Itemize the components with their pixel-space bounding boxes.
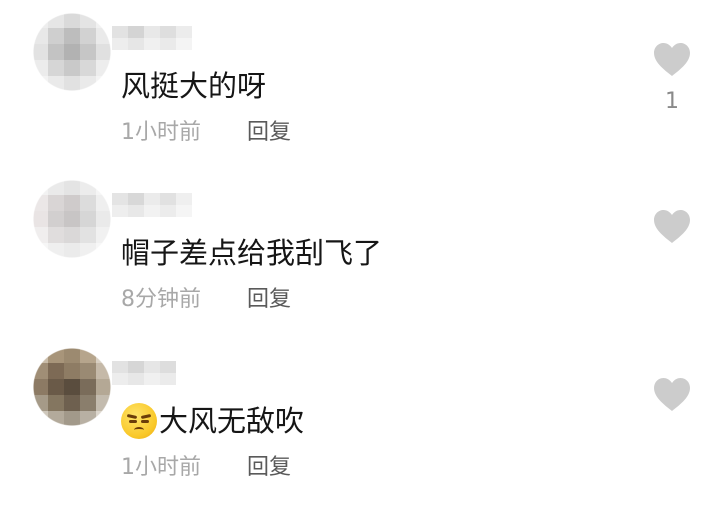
comment-item: 帽子差点给我刮飞了 8分钟前 回复	[0, 167, 720, 334]
comment-item: 大风无敌吹 1小时前 回复	[0, 335, 720, 502]
like-button[interactable]	[652, 377, 692, 413]
heart-icon	[654, 43, 690, 76]
username[interactable]	[112, 26, 192, 50]
reply-button[interactable]: 回复	[247, 453, 291, 483]
comment-text: 帽子差点给我刮飞了	[121, 233, 382, 273]
comment-text-content: 帽子差点给我刮飞了	[121, 236, 383, 270]
reply-button[interactable]: 回复	[247, 118, 291, 148]
avatar[interactable]	[32, 12, 112, 92]
comment-text: 大风无敌吹	[121, 401, 304, 441]
comment-text-content: 大风无敌吹	[159, 404, 305, 438]
heart-icon	[654, 378, 690, 411]
like-button[interactable]	[652, 209, 692, 245]
like-button[interactable]	[652, 42, 692, 78]
avatar[interactable]	[32, 179, 112, 259]
like-count: 1	[665, 89, 679, 114]
comment-time: 8分钟前	[121, 287, 201, 312]
reply-button[interactable]: 回复	[247, 285, 291, 315]
username[interactable]	[112, 193, 192, 217]
username[interactable]	[112, 361, 176, 385]
comment-time: 1小时前	[121, 455, 201, 480]
comment-item: 风挺大的呀 1小时前 回复 1	[0, 0, 720, 167]
avatar[interactable]	[32, 347, 112, 427]
heart-icon	[654, 210, 690, 243]
frowning-face-emoji-icon	[121, 403, 157, 439]
comment-time: 1小时前	[121, 120, 201, 145]
comment-text-content: 风挺大的呀	[121, 69, 267, 103]
comment-text: 风挺大的呀	[121, 66, 266, 106]
